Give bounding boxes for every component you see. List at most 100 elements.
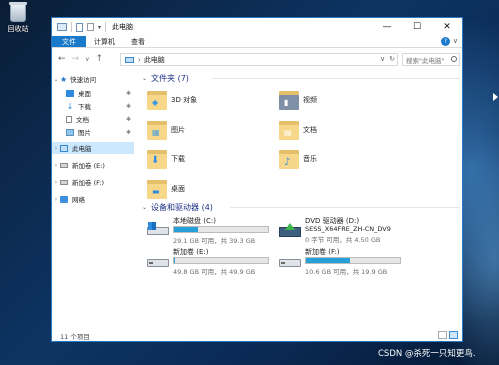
folder-item-desktop[interactable]: ▬ 桌面 [147,174,267,204]
sidebar-item-label: 新加卷 (F:) [72,179,105,187]
drive-usage-fill [174,227,199,232]
drive-usage-bar [173,257,269,264]
group-header-devices[interactable]: ⌄ 设备和驱动器 (4) [142,202,460,213]
expand-ribbon-icon[interactable]: ∨ [453,37,458,45]
network-icon [60,195,68,203]
folder-name: 图片 [171,126,185,134]
pointer-icon [493,93,498,101]
sidebar-item-label: 网络 [72,196,85,204]
sidebar-item-network[interactable]: › 网络 [52,193,134,205]
drive-item-d[interactable]: DVD 驱动器 (D:) SESS_X64FRE_ZH-CN_DV9 0 字节 … [279,216,449,244]
address-dropdown-button[interactable]: ∨ [380,55,385,63]
collapse-arrow-icon[interactable]: ⌄ [52,76,60,83]
divider [105,22,107,32]
sidebar-item-drive-e[interactable]: › 新加卷 (E:) [52,159,134,171]
drive-item-f[interactable]: 新加卷 (F:) 10.6 GB 可用，共 19.9 GB [279,247,409,276]
pin-icon: ✱ [125,102,131,110]
divider [212,78,460,79]
large-icons-view-button[interactable] [449,331,458,339]
navigation-bar: ← → ∨ ↑ › 此电脑 ∨ ↻ 搜索"此电脑" [52,49,462,69]
refresh-button[interactable]: ↻ [389,55,395,63]
star-icon: ★ [60,74,68,84]
back-button[interactable]: ← [58,54,66,64]
nav-buttons: ← → ∨ ↑ [52,54,103,64]
forward-button[interactable]: → [72,54,80,64]
up-button[interactable]: ↑ [96,54,104,64]
sidebar-item-drive-f[interactable]: › 新加卷 (F:) [52,176,134,188]
folder-item-documents[interactable]: ▤ 文档 [279,115,399,145]
sidebar-item-pictures[interactable]: 图片 ✱ [52,126,134,138]
system-drive-icon [147,222,169,238]
recent-locations-button[interactable]: ∨ [85,56,89,63]
folder-name: 桌面 [171,185,185,193]
expand-arrow-icon[interactable]: › [52,162,60,169]
expand-arrow-icon[interactable]: › [52,179,60,186]
quick-access-toolbar: ▾ [52,18,107,36]
sidebar-item-this-pc[interactable]: › 此电脑 [52,142,134,154]
tab-view[interactable]: 查看 [123,36,153,47]
close-button[interactable]: ✕ [432,18,462,36]
folder-item-pictures[interactable]: ▦ 图片 [147,115,267,145]
folder-item-music[interactable]: ♪ 音乐 [279,144,399,174]
drive-item-e[interactable]: 新加卷 (E:) 49.8 GB 可用，共 49.9 GB [147,247,277,276]
group-header-folders[interactable]: ⌄ 文件夹 (7) [142,73,460,84]
help-icon[interactable]: ? [441,37,450,46]
recycle-bin-shortcut[interactable]: 回收站 [4,2,32,34]
properties-icon[interactable] [76,22,83,32]
drive-icon [279,253,301,269]
group-header-label: 设备和驱动器 (4) [151,203,213,212]
divider [71,22,72,32]
sidebar-item-quick-access[interactable]: ⌄ ★ 快速访问 [52,73,134,85]
tab-file[interactable]: 文件 [52,36,86,47]
minimize-button[interactable]: — [372,18,402,36]
folder-item-3d-objects[interactable]: ◆ 3D 对象 [147,85,267,115]
sidebar-item-label: 快速访问 [70,76,97,84]
folder-item-downloads[interactable]: ⬇ 下载 [147,144,267,174]
download-arrow-icon: ↓ [66,101,74,111]
pictures-icon [66,128,74,136]
this-pc-icon [57,23,67,31]
drive-name: 本地磁盘 (C:) [173,217,216,225]
folder-name: 下载 [171,155,185,163]
sidebar-item-downloads[interactable]: ↓ 下载 ✱ [52,100,134,112]
videos-icon: ▮ [279,89,299,111]
drive-free-space: 49.8 GB 可用，共 49.9 GB [173,268,256,276]
folder-name: 音乐 [303,155,317,163]
view-switcher [438,331,458,339]
drive-usage-bar [305,257,401,264]
drive-usage-bar [173,226,269,233]
search-input[interactable]: 搜索"此电脑" [402,53,460,66]
collapse-arrow-icon[interactable]: ⌄ [142,204,147,211]
expand-arrow-icon[interactable]: › [52,145,60,152]
maximize-button[interactable]: ☐ [402,18,432,36]
desktop-icon [66,89,74,97]
details-view-button[interactable] [438,331,447,339]
recycle-bin-icon [9,2,27,22]
desktop-icon: ▬ [147,178,167,200]
drive-name: 新加卷 (E:) [173,248,209,256]
drive-item-c[interactable]: 本地磁盘 (C:) 29.1 GB 可用，共 39.3 GB [147,216,277,245]
sidebar-item-desktop[interactable]: 桌面 ✱ [52,87,134,99]
drive-free-space: 0 字节 可用，共 4.50 GB [305,236,381,244]
documents-icon: ▤ [279,119,299,141]
collapse-arrow-icon[interactable]: ⌄ [142,75,147,82]
document-icon [66,115,72,123]
title-bar: ▾ 此电脑 — ☐ ✕ [52,18,462,36]
file-explorer-window: ▾ 此电脑 — ☐ ✕ 文件 计算机 查看 ? ∨ ← → ∨ ↑ › 此电脑 … [51,17,463,342]
tab-computer[interactable]: 计算机 [86,36,123,47]
sidebar-item-documents[interactable]: 文档 ✱ [52,113,134,125]
sidebar-item-label: 此电脑 [72,145,92,153]
folder-item-videos[interactable]: ▮ 视频 [279,85,399,115]
drive-free-space: 10.6 GB 可用，共 19.9 GB [305,268,388,276]
this-pc-icon [125,56,134,63]
expand-arrow-icon[interactable]: › [52,196,60,203]
dvd-drive-icon [279,222,301,238]
breadcrumb-this-pc[interactable]: 此电脑 [144,55,165,65]
drive-free-space: 29.1 GB 可用，共 39.3 GB [173,237,256,245]
address-bar[interactable]: › 此电脑 ∨ ↻ [120,53,398,66]
divider [230,207,460,208]
breadcrumb-chevron[interactable]: › [138,56,141,64]
new-folder-icon[interactable] [87,23,94,31]
customize-toolbar-dropdown[interactable]: ▾ [98,24,101,31]
recycle-bin-label: 回收站 [7,25,29,33]
